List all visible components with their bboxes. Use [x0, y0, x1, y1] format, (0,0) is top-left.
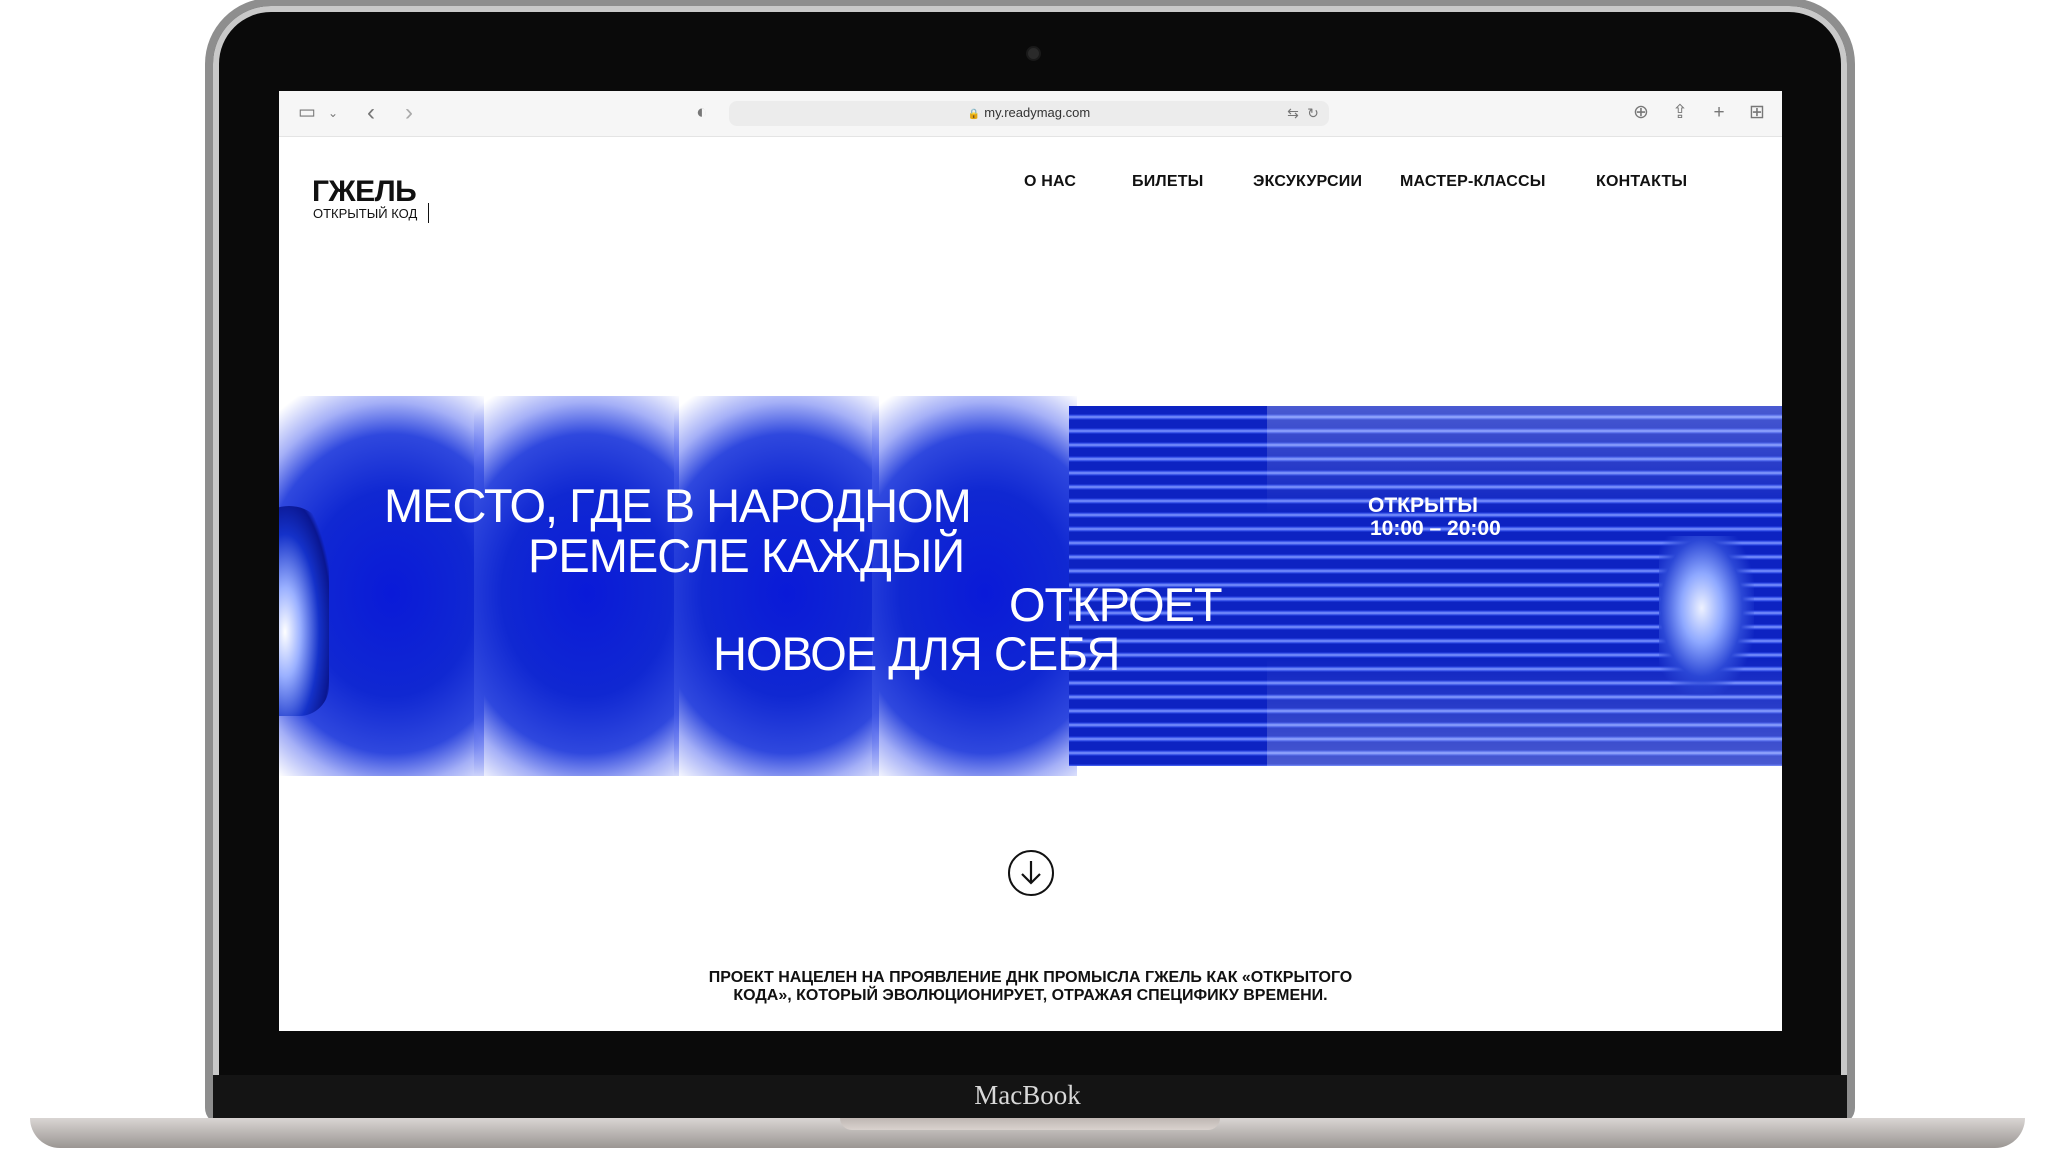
- text-cursor: [428, 203, 429, 223]
- browser-window: ▭ ⌄ ‹ › ◐ 🔒 my.readymag.com ⇆ ↻ ⊕ ⇪ + ⊞ Г…: [279, 91, 1782, 1031]
- lock-icon: 🔒: [967, 109, 981, 120]
- nav-tickets[interactable]: БИЛЕТЫ: [1132, 173, 1204, 191]
- tab-overview-icon[interactable]: ⊞: [1745, 101, 1769, 125]
- nav-masterclasses[interactable]: МАСТЕР-КЛАССЫ: [1400, 173, 1546, 191]
- gzhel-jug-image: [1659, 536, 1754, 696]
- logo-subtitle[interactable]: ОТКРЫТЫЙ КОД: [313, 206, 417, 221]
- download-icon[interactable]: ⊕: [1629, 101, 1653, 125]
- stripe-column: [1465, 406, 1663, 766]
- scroll-down-button[interactable]: [1008, 850, 1054, 896]
- blue-disc: [474, 396, 679, 776]
- nav-about[interactable]: О НАС: [1024, 173, 1076, 191]
- shield-icon[interactable]: ◐: [690, 101, 714, 125]
- hero-headline-line2: РЕМЕСЛЕ КАЖДЫЙ: [528, 529, 965, 582]
- chevron-down-icon[interactable]: ⌄: [321, 101, 345, 125]
- hours-time: 10:00 – 20:00: [1370, 517, 1501, 540]
- gzhel-vase-image: [279, 506, 329, 716]
- hours-label: ОТКРЫТЫ: [1368, 494, 1478, 517]
- blue-disc: [674, 396, 879, 776]
- stripe-column: [1267, 406, 1465, 766]
- hero-headline-line4: НОВОЕ ДЛЯ СЕБЯ: [713, 627, 1120, 680]
- back-icon[interactable]: ‹: [359, 101, 383, 125]
- device-brand: MacBook: [974, 1080, 1081, 1110]
- new-tab-icon[interactable]: +: [1707, 101, 1731, 125]
- share-icon[interactable]: ⇪: [1668, 101, 1692, 125]
- sidebar-icon[interactable]: ▭: [295, 101, 319, 125]
- url-text: my.readymag.com: [984, 105, 1091, 120]
- nav-excursions[interactable]: ЭКСУКУРСИИ: [1253, 173, 1362, 191]
- address-bar[interactable]: 🔒 my.readymag.com ⇆ ↻: [729, 101, 1329, 126]
- project-description-line1: ПРОЕКТ НАЦЕЛЕН НА ПРОЯВЛЕНИЕ ДНК ПРОМЫСЛ…: [708, 969, 1353, 986]
- hero-headline-line1: МЕСТО, ГДЕ В НАРОДНОМ: [384, 479, 972, 532]
- project-description: ПРОЕКТ НАЦЕЛЕН НА ПРОЯВЛЕНИЕ ДНК ПРОМЫСЛ…: [279, 969, 1782, 1005]
- url-container: 🔒 my.readymag.com: [729, 105, 1329, 120]
- camera: [1028, 48, 1039, 59]
- project-description-line2: КОДА», КОТОРЫЙ ЭВОЛЮЦИОНИРУЕТ, ОТРАЖАЯ С…: [733, 987, 1328, 1004]
- reload-icon[interactable]: ↻: [1301, 101, 1325, 125]
- laptop-notch: [840, 1118, 1220, 1130]
- logo-title[interactable]: ГЖЕЛЬ: [312, 175, 417, 209]
- forward-icon[interactable]: ›: [397, 101, 421, 125]
- arrow-down-icon: [1021, 861, 1041, 885]
- nav-contacts[interactable]: КОНТАКТЫ: [1596, 173, 1687, 191]
- browser-toolbar: ▭ ⌄ ‹ › ◐ 🔒 my.readymag.com ⇆ ↻ ⊕ ⇪ + ⊞: [279, 91, 1782, 137]
- hero-headline-line3: ОТКРОЕТ: [1009, 578, 1223, 631]
